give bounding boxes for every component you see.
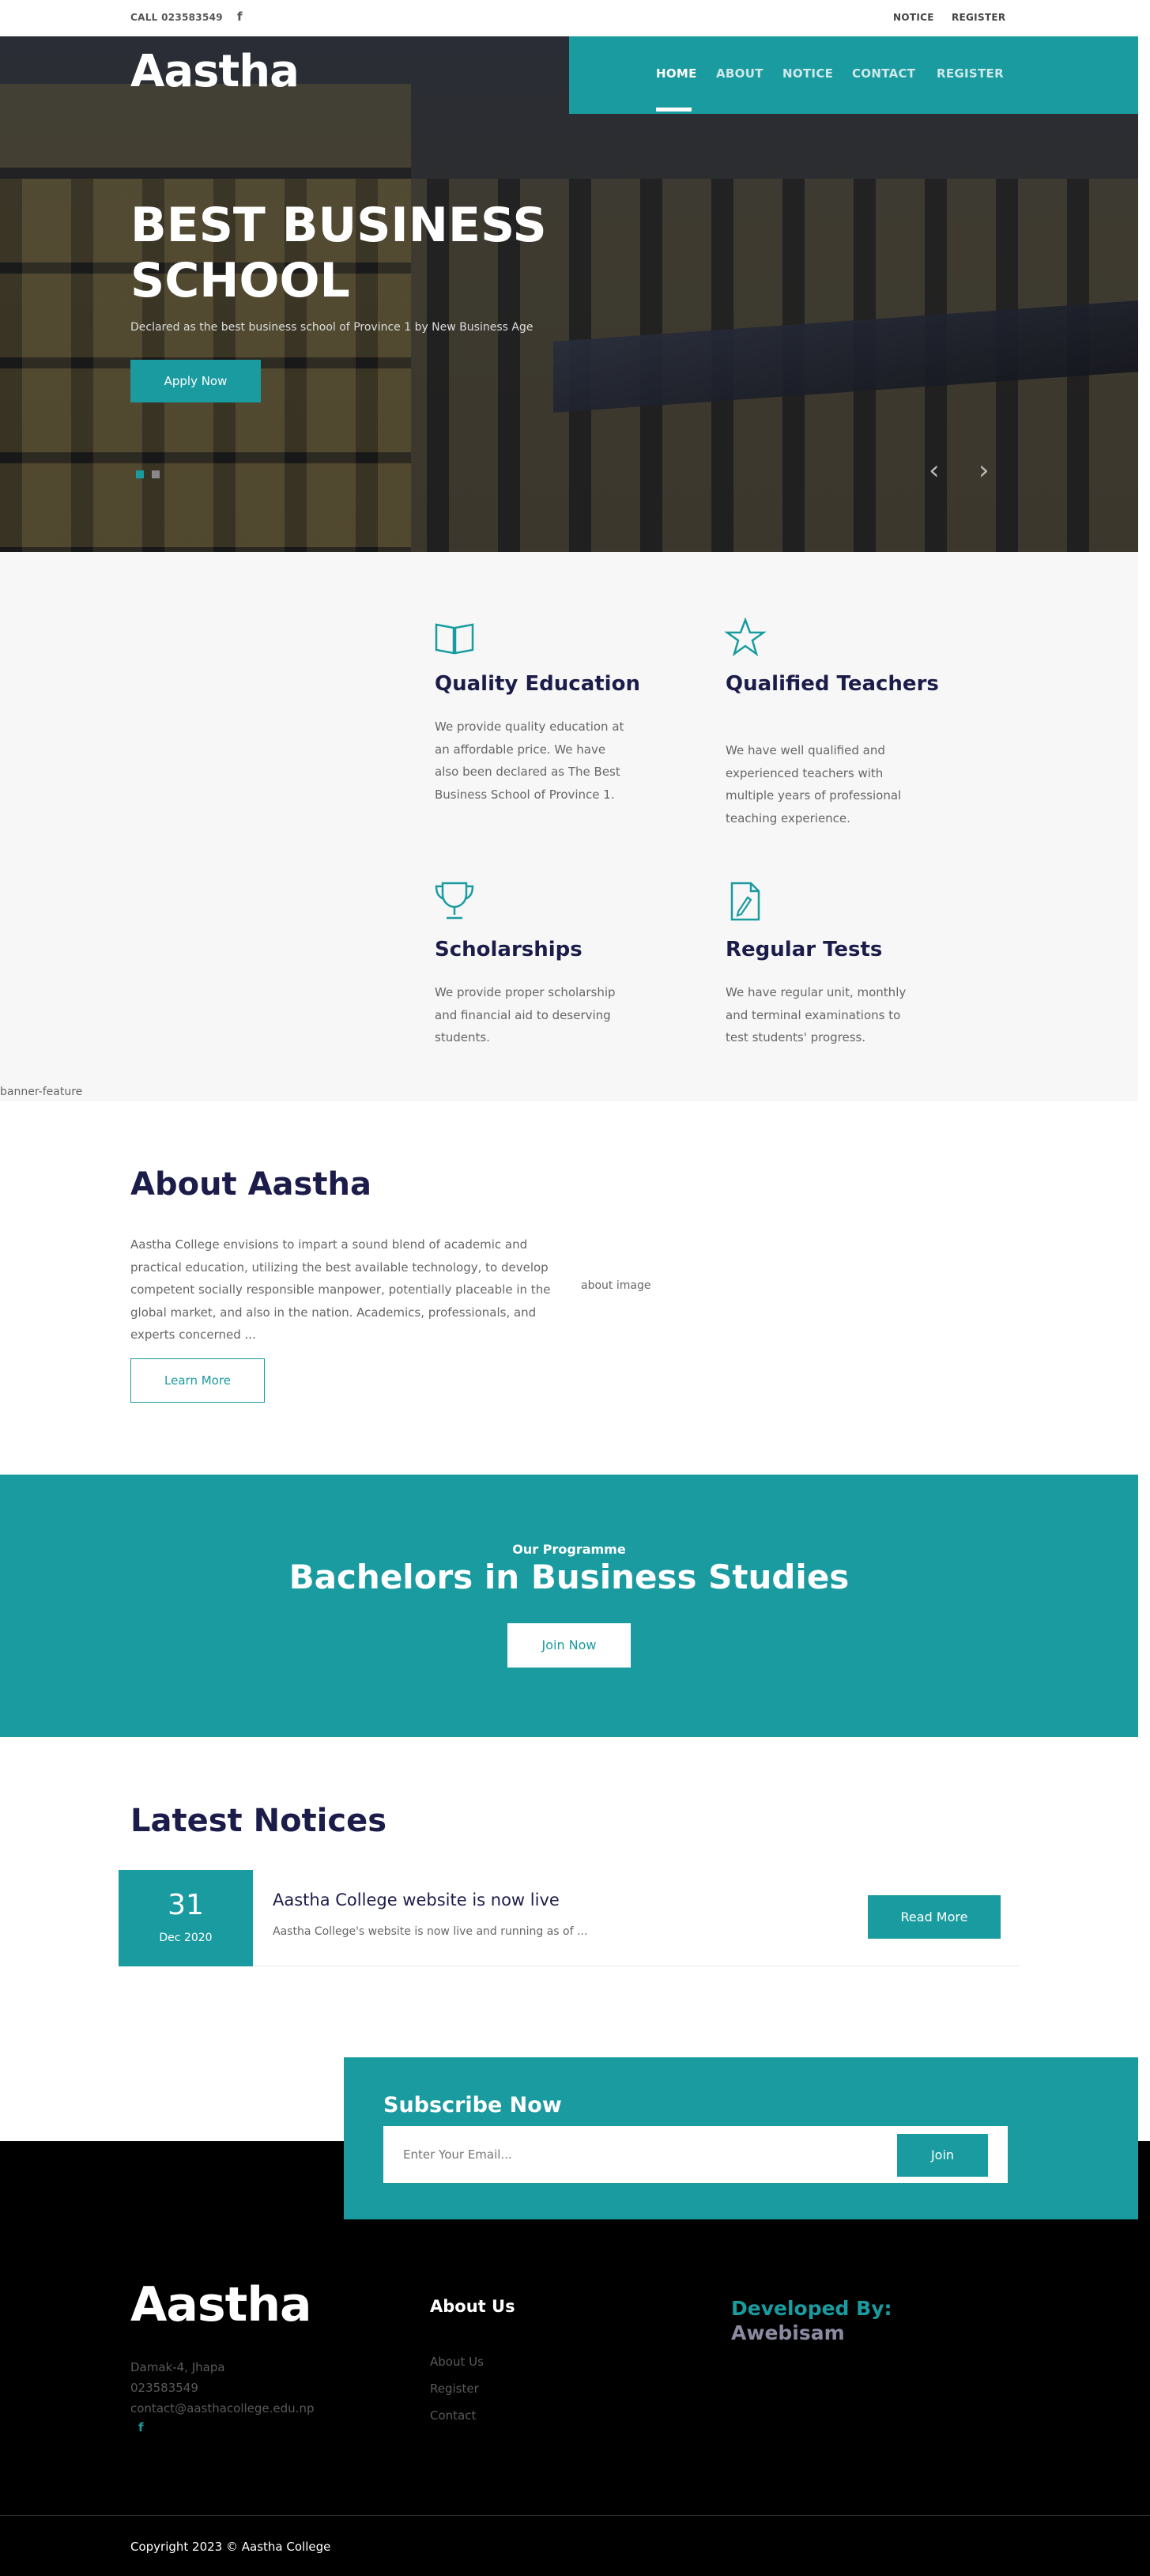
slider-dot[interactable]: [152, 470, 160, 478]
footer-link-register[interactable]: Register: [430, 2381, 479, 2396]
subscribe-join-button[interactable]: Join: [897, 2134, 988, 2177]
chevron-right-icon[interactable]: ›: [978, 455, 990, 486]
trophy-icon: [435, 882, 474, 920]
feature-title: Scholarships: [435, 938, 583, 961]
book-icon: [435, 623, 474, 655]
footer-link-about[interactable]: About Us: [430, 2355, 484, 2369]
notice-day: 31: [168, 1889, 204, 1921]
about-text: Aastha College envisions to impart a sou…: [130, 1237, 551, 1342]
email-input[interactable]: [383, 2126, 858, 2183]
nav-about[interactable]: ABOUT: [716, 66, 764, 81]
banner-feature-image: banner-feature: [0, 1086, 83, 1098]
developed-by-label: Developed By:: [731, 2297, 892, 2320]
nav-notice[interactable]: NOTICE: [782, 66, 833, 81]
footer-about-heading: About Us: [430, 2297, 515, 2316]
programme-section: Our Programme Bachelors in Business Stud…: [0, 1475, 1138, 1737]
feature-text: We have well qualified and experienced t…: [726, 743, 902, 825]
nav-active-indicator: [656, 108, 692, 111]
feature-text: We provide quality education at an affor…: [435, 720, 624, 802]
footer-link-contact[interactable]: Contact: [430, 2408, 476, 2423]
footer-email[interactable]: contact@aasthacollege.edu.np: [130, 2401, 314, 2415]
subscribe-form: Join: [383, 2126, 1008, 2183]
nav-register[interactable]: REGISTER: [937, 66, 1004, 81]
nav-home[interactable]: HOME: [656, 66, 697, 81]
about-title: About Aastha: [130, 1166, 371, 1203]
developer-name[interactable]: Awebisam: [731, 2321, 845, 2344]
facebook-icon[interactable]: f: [237, 9, 243, 24]
footer-phone: 023583549: [130, 2381, 198, 2395]
apply-now-button[interactable]: Apply Now: [130, 360, 261, 402]
call-number: CALL 023583549: [130, 12, 223, 23]
programme-kicker: Our Programme: [512, 1542, 626, 1557]
footer-logo[interactable]: Aastha: [130, 2277, 312, 2332]
feature-title: Qualified Teachers: [726, 672, 939, 696]
facebook-icon[interactable]: f: [138, 2420, 144, 2434]
subscribe-title: Subscribe Now: [383, 2093, 562, 2117]
notice-month: Dec 2020: [159, 1932, 213, 1944]
top-link-register[interactable]: REGISTER: [952, 12, 1005, 23]
feature-text: We have regular unit, monthly and termin…: [726, 985, 907, 1044]
programme-title: Bachelors in Business Studies: [288, 1558, 850, 1596]
chevron-left-icon[interactable]: ‹: [929, 455, 940, 486]
site-logo[interactable]: Aastha: [130, 46, 300, 97]
read-more-button[interactable]: Read More: [868, 1895, 1001, 1939]
subscribe-section: Subscribe Now Join: [344, 2057, 1138, 2219]
hero-subtitle: Declared as the best business school of …: [130, 321, 534, 334]
notice-item: 31 Dec 2020 Aastha College website is no…: [119, 1870, 1020, 1966]
top-link-notice[interactable]: NOTICE: [893, 12, 934, 23]
join-now-button[interactable]: Join Now: [507, 1623, 631, 1668]
feature-title: Regular Tests: [726, 938, 883, 961]
hero-title: BEST BUSINESS SCHOOL: [130, 198, 547, 308]
notice-title[interactable]: Aastha College website is now live: [273, 1890, 560, 1909]
notices-title: Latest Notices: [130, 1803, 387, 1839]
footer-address: Damak-4, Jhapa: [130, 2360, 225, 2374]
slider-dot-active[interactable]: [136, 470, 144, 478]
learn-more-button[interactable]: Learn More: [130, 1358, 265, 1403]
feature-text: We provide proper scholarship and financ…: [435, 985, 616, 1044]
copyright-text: Copyright 2023 © Aastha College: [130, 2540, 331, 2554]
notice-excerpt: Aastha College's website is now live and…: [273, 1925, 588, 1938]
about-image: about image: [581, 1279, 651, 1292]
footer-divider: [0, 2515, 1150, 2516]
hero-background-building: [0, 84, 411, 552]
feature-title: Quality Education: [435, 672, 640, 696]
document-pencil-icon: [730, 882, 760, 921]
main-nav: HOME ABOUT NOTICE CONTACT REGISTER: [569, 36, 1138, 114]
star-icon: [724, 617, 767, 657]
notice-date: 31 Dec 2020: [119, 1870, 253, 1966]
top-bar: CALL 023583549 f NOTICE REGISTER: [0, 0, 1150, 36]
nav-contact[interactable]: CONTACT: [852, 66, 915, 81]
